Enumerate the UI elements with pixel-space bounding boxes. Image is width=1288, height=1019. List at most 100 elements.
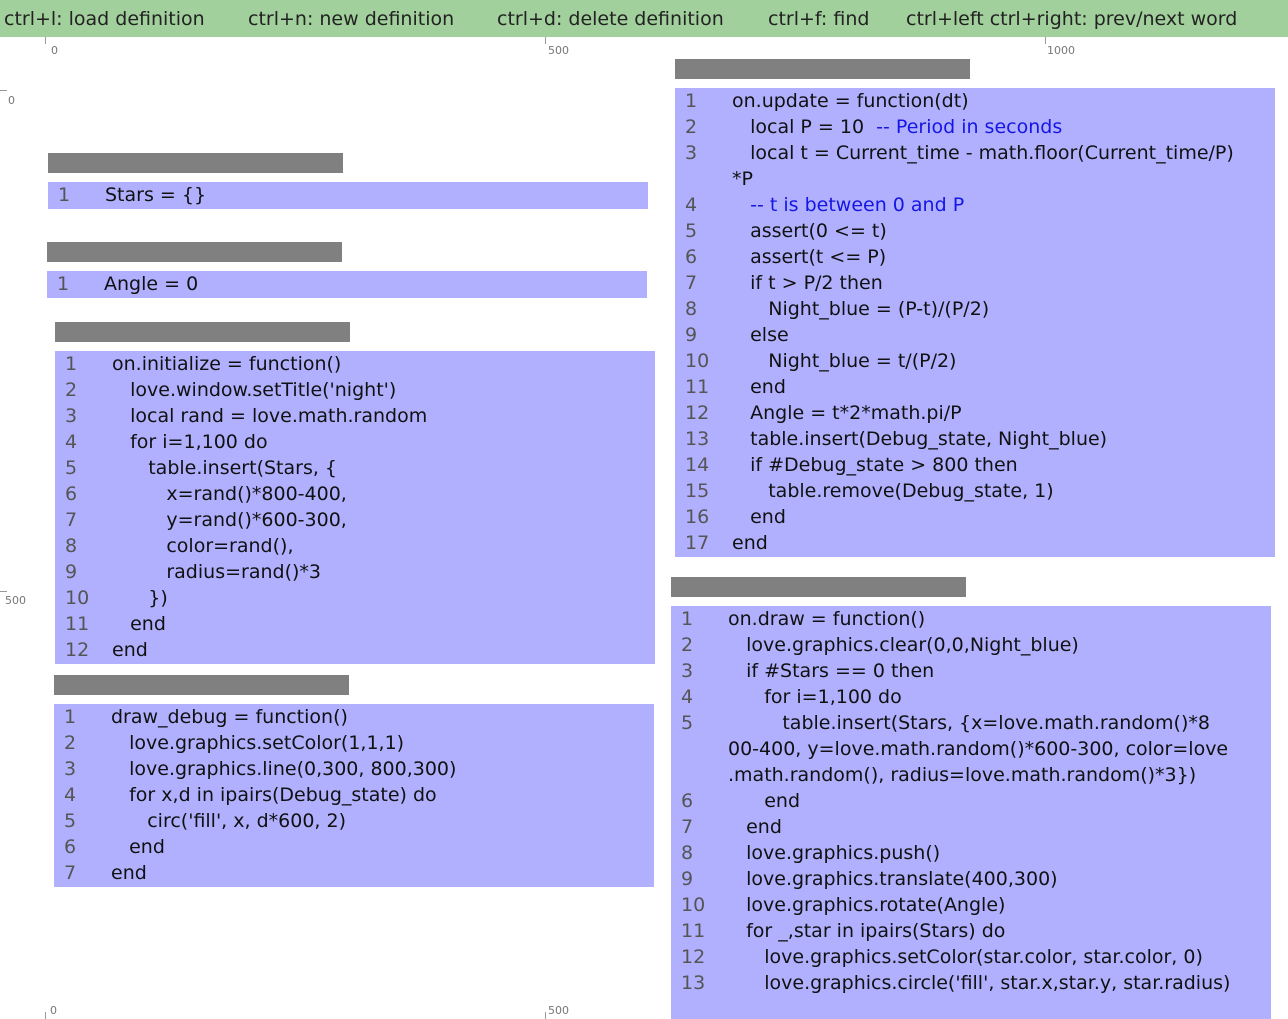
code-comment: -- Period in seconds (876, 116, 1063, 138)
code-line[interactable]: 1 on.update = function(dt) (675, 88, 1275, 114)
menu-load-definition[interactable]: ctrl+l: load definition (4, 7, 205, 31)
code-line[interactable]: *P (675, 166, 1275, 192)
code-line[interactable]: 4 for i=1,100 do (671, 684, 1271, 710)
code-editor-initialize[interactable]: 1 on.initialize = function() 2 love.window… (55, 351, 655, 664)
line-number: 1 (57, 273, 70, 295)
code-line[interactable]: 4 -- t is between 0 and P (675, 192, 1275, 218)
code-line[interactable]: 13 love.graphics.circle('fill', star.x,s… (671, 970, 1271, 996)
code-line[interactable]: 1 Stars = {} (48, 182, 648, 208)
code-line[interactable]: 6 end (671, 788, 1271, 814)
code-line[interactable]: 5 table.insert(Stars, {x=love.math.rando… (671, 710, 1271, 736)
code-line[interactable]: 2 love.graphics.setColor(1,1,1) (54, 730, 654, 756)
line-number: 7 (65, 509, 78, 531)
code-line[interactable]: 3 love.graphics.line(0,300, 800,300) (54, 756, 654, 782)
definition-title-bar[interactable] (55, 322, 350, 342)
code-editor-stars[interactable]: 1 Stars = {} (48, 182, 648, 209)
line-text: y=rand()*600-300, (112, 507, 346, 533)
code-line[interactable]: 7 end (54, 860, 654, 886)
code-line[interactable]: 12 love.graphics.setColor(star.color, st… (671, 944, 1271, 970)
line-number: 7 (681, 816, 694, 838)
code-line[interactable]: 1 Angle = 0 (47, 271, 647, 297)
code-line[interactable]: 5 table.insert(Stars, { (55, 455, 655, 481)
line-number: 4 (681, 686, 694, 708)
code-line[interactable]: 7 end (671, 814, 1271, 840)
code-line[interactable]: 1 draw_debug = function() (54, 704, 654, 730)
code-line[interactable]: 8 color=rand(), (55, 533, 655, 559)
code-text: end (732, 506, 786, 528)
code-text: love.graphics.setColor(star.color, star.… (728, 946, 1203, 968)
code-editor-draw[interactable]: 1 on.draw = function() 2 love.graphics.cle… (671, 606, 1271, 1019)
code-line[interactable]: 6 end (54, 834, 654, 860)
line-number: 7 (685, 272, 698, 294)
code-line[interactable]: 4 for x,d in ipairs(Debug_state) do (54, 782, 654, 808)
code-line[interactable]: 2 love.window.setTitle('night') (55, 377, 655, 403)
menu-delete-definition[interactable]: ctrl+d: delete definition (497, 7, 724, 31)
code-line[interactable]: 00-400, y=love.math.random()*600-300, co… (671, 736, 1271, 762)
line-number: 11 (685, 376, 710, 398)
code-line[interactable]: 10 Night_blue = t/(P/2) (675, 348, 1275, 374)
code-line[interactable]: 7 if t > P/2 then (675, 270, 1275, 296)
code-line[interactable]: 9 else (675, 322, 1275, 348)
definition-title-bar[interactable] (48, 153, 343, 173)
menu-prev-next-word[interactable]: ctrl+left ctrl+right: prev/next word (906, 7, 1237, 31)
code-text: radius=rand()*3 (112, 561, 321, 583)
line-text: end (112, 611, 166, 637)
definition-title-bar[interactable] (671, 577, 966, 597)
code-line[interactable]: 11 end (675, 374, 1275, 400)
code-line[interactable]: 9 love.graphics.translate(400,300) (671, 866, 1271, 892)
code-text: love.graphics.line(0,300, 800,300) (111, 758, 457, 780)
code-text: local P = 10 (732, 116, 877, 138)
code-line[interactable]: 11 end (55, 611, 655, 637)
code-line[interactable]: 7 y=rand()*600-300, (55, 507, 655, 533)
line-number: 10 (681, 894, 706, 916)
code-line[interactable]: 11 for _,star in ipairs(Stars) do (671, 918, 1271, 944)
ruler-tick (45, 1012, 46, 1019)
code-line[interactable]: 8 love.graphics.push() (671, 840, 1271, 866)
line-text: assert(0 <= t) (732, 218, 887, 244)
menu-find[interactable]: ctrl+f: find (768, 7, 869, 31)
line-number: 1 (685, 90, 698, 112)
code-line[interactable]: 10 love.graphics.rotate(Angle) (671, 892, 1271, 918)
definition-title-bar[interactable] (47, 242, 342, 262)
line-text: Night_blue = t/(P/2) (732, 348, 956, 374)
code-line[interactable]: 16 end (675, 504, 1275, 530)
code-line[interactable]: 5 circ('fill', x, d*600, 2) (54, 808, 654, 834)
code-line[interactable]: 17 end (675, 530, 1275, 556)
code-editor-angle[interactable]: 1 Angle = 0 (47, 271, 647, 298)
definition-title-bar[interactable] (675, 59, 970, 79)
code-line[interactable]: 12 Angle = t*2*math.pi/P (675, 400, 1275, 426)
code-line[interactable]: 8 Night_blue = (P-t)/(P/2) (675, 296, 1275, 322)
code-line[interactable]: 2 love.graphics.clear(0,0,Night_blue) (671, 632, 1271, 658)
code-line[interactable]: 5 assert(0 <= t) (675, 218, 1275, 244)
code-line[interactable]: 9 radius=rand()*3 (55, 559, 655, 585)
code-line[interactable]: .math.random(), radius=love.math.random(… (671, 762, 1271, 788)
code-line[interactable]: 3 local rand = love.math.random (55, 403, 655, 429)
code-line[interactable]: 3 if #Stars == 0 then (671, 658, 1271, 684)
line-number: 9 (681, 868, 694, 890)
code-line[interactable]: 10 }) (55, 585, 655, 611)
ruler-label-0: 0 (50, 1004, 57, 1017)
code-line[interactable]: 6 assert(t <= P) (675, 244, 1275, 270)
code-line[interactable]: 6 x=rand()*800-400, (55, 481, 655, 507)
code-line[interactable]: 15 table.remove(Debug_state, 1) (675, 478, 1275, 504)
line-number: 6 (65, 483, 78, 505)
code-line[interactable]: 13 table.insert(Debug_state, Night_blue) (675, 426, 1275, 452)
code-line[interactable]: 12 end (55, 637, 655, 663)
line-text: 00-400, y=love.math.random()*600-300, co… (728, 736, 1228, 762)
line-number: 2 (685, 116, 698, 138)
code-line[interactable]: 1 on.initialize = function() (55, 351, 655, 377)
line-text: Angle = t*2*math.pi/P (732, 400, 962, 426)
code-editor-update[interactable]: 1 on.update = function(dt) 2 local P = 10 … (675, 88, 1275, 557)
code-editor-draw-debug[interactable]: 1 draw_debug = function() 2 love.graphics.… (54, 704, 654, 887)
code-line[interactable]: 14 if #Debug_state > 800 then (675, 452, 1275, 478)
code-line[interactable]: 2 local P = 10 -- Period in seconds (675, 114, 1275, 140)
code-line[interactable]: 4 for i=1,100 do (55, 429, 655, 455)
code-line[interactable]: 3 local t = Current_time - math.floor(Cu… (675, 140, 1275, 166)
code-text: assert(0 <= t) (732, 220, 887, 242)
code-text: table.remove(Debug_state, 1) (732, 480, 1054, 502)
line-text: love.graphics.clear(0,0,Night_blue) (728, 632, 1079, 658)
menu-new-definition[interactable]: ctrl+n: new definition (248, 7, 454, 31)
code-line[interactable]: 1 on.draw = function() (671, 606, 1271, 632)
line-text: Angle = 0 (104, 271, 198, 297)
definition-title-bar[interactable] (54, 675, 349, 695)
